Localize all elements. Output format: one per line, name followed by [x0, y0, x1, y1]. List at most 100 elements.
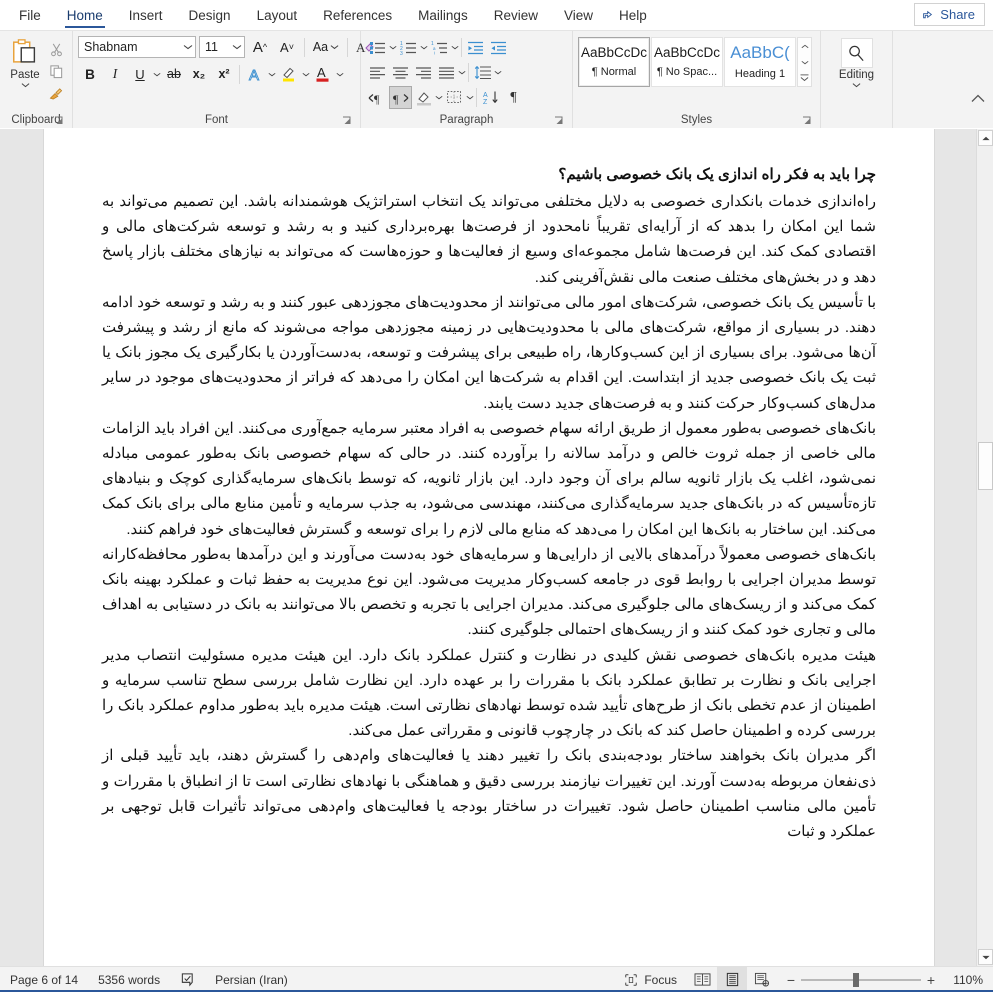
web-layout-button[interactable]	[747, 967, 777, 992]
font-dialog-launcher[interactable]	[342, 116, 353, 127]
cut-icon	[50, 43, 62, 56]
superscript-button[interactable]: x²	[212, 63, 236, 86]
zoom-in-button[interactable]: +	[921, 972, 941, 988]
borders-dropdown[interactable]	[466, 87, 474, 109]
multilevel-dropdown[interactable]	[451, 37, 459, 59]
text-effects-dropdown[interactable]	[268, 63, 276, 85]
borders-button[interactable]	[443, 86, 466, 109]
grow-font-button[interactable]: A ^	[248, 36, 272, 59]
scroll-down-button[interactable]	[978, 949, 993, 965]
highlight-dropdown[interactable]	[302, 63, 310, 85]
justify-button[interactable]	[435, 61, 458, 84]
line-spacing-button[interactable]	[471, 61, 494, 84]
font-color-dropdown[interactable]	[336, 63, 344, 85]
chevron-down-icon	[183, 45, 193, 50]
document-canvas[interactable]: چرا باید به فکر راه اندازی یک بانک خصوصی…	[0, 129, 993, 966]
tab-review[interactable]: Review	[481, 0, 551, 30]
shading-dropdown[interactable]	[435, 87, 443, 109]
proofing-status[interactable]	[170, 967, 205, 992]
style-normal[interactable]: AaBbCcDc ¶ Normal	[578, 37, 650, 87]
align-left-button[interactable]	[366, 61, 389, 84]
styles-scroll-up[interactable]	[798, 38, 811, 54]
tab-mailings[interactable]: Mailings	[405, 0, 481, 30]
rtl-direction-button[interactable]: ¶	[389, 86, 412, 109]
tab-file[interactable]: File	[6, 0, 54, 30]
underline-button[interactable]: U	[128, 63, 152, 86]
tab-design[interactable]: Design	[176, 0, 244, 30]
font-size-combo[interactable]: 11	[199, 36, 245, 58]
zoom-out-button[interactable]: −	[781, 972, 801, 988]
read-mode-button[interactable]	[687, 967, 717, 992]
styles-scroll-down[interactable]	[798, 54, 811, 70]
strikethrough-glyph: ab	[167, 67, 181, 81]
style-no-spacing[interactable]: AaBbCcDc ¶ No Spac...	[651, 37, 723, 87]
highlight-button[interactable]	[277, 63, 301, 86]
underline-dropdown[interactable]	[153, 63, 161, 85]
tab-help[interactable]: Help	[606, 0, 660, 30]
line-spacing-dropdown[interactable]	[494, 62, 502, 84]
numbering-button[interactable]: 123	[397, 36, 420, 59]
caret-up-icon	[981, 136, 990, 140]
print-layout-button[interactable]	[717, 967, 747, 992]
format-painter-button[interactable]	[45, 83, 67, 103]
editing-button[interactable]: Editing	[826, 35, 887, 88]
justify-icon	[439, 66, 454, 79]
tab-home[interactable]: Home	[54, 0, 116, 30]
vertical-scrollbar[interactable]	[976, 129, 993, 966]
change-case-button[interactable]: Aa	[310, 36, 342, 59]
svg-text:¶: ¶	[393, 92, 399, 105]
sort-button[interactable]: A Z	[479, 86, 502, 109]
align-center-button[interactable]	[389, 61, 412, 84]
chevron-down-icon	[389, 45, 397, 50]
tab-references[interactable]: References	[310, 0, 405, 30]
bullets-dropdown[interactable]	[389, 37, 397, 59]
increase-indent-button[interactable]	[487, 36, 510, 59]
ribbon-group-font: Shabnam 11 A ^ A ˅ Aa A B I U ab x₂ x² A…	[73, 31, 374, 128]
clipboard-dialog-launcher[interactable]	[54, 116, 65, 127]
styles-dialog-launcher[interactable]	[802, 116, 813, 127]
word-count[interactable]: 5356 words	[88, 967, 170, 992]
styles-more[interactable]	[798, 70, 811, 86]
strikethrough-button[interactable]: ab	[162, 63, 186, 86]
language-indicator[interactable]: Persian (Iran)	[205, 967, 298, 992]
tab-view[interactable]: View	[551, 0, 606, 30]
show-formatting-marks-button[interactable]: ¶	[502, 86, 525, 109]
zoom-slider-track[interactable]	[801, 972, 921, 987]
document-page[interactable]: چرا باید به فکر راه اندازی یک بانک خصوصی…	[44, 129, 934, 966]
scroll-up-button[interactable]	[978, 130, 993, 146]
italic-button[interactable]: I	[103, 63, 127, 86]
share-button[interactable]: Share	[914, 3, 985, 26]
font-family-combo[interactable]: Shabnam	[78, 36, 196, 58]
text-effects-button[interactable]: A	[243, 63, 267, 86]
tab-insert[interactable]: Insert	[116, 0, 176, 30]
font-color-button[interactable]: A	[311, 63, 335, 86]
scrollbar-thumb[interactable]	[978, 442, 993, 490]
decrease-indent-button[interactable]	[464, 36, 487, 59]
chevron-down-icon	[336, 72, 344, 76]
bullets-button[interactable]	[366, 36, 389, 59]
tab-layout[interactable]: Layout	[244, 0, 311, 30]
zoom-level-label[interactable]: 110%	[945, 973, 993, 987]
document-body[interactable]: چرا باید به فکر راه اندازی یک بانک خصوصی…	[44, 129, 934, 844]
zoom-slider-thumb[interactable]	[853, 972, 859, 987]
paragraph-dialog-launcher[interactable]	[554, 116, 565, 127]
subscript-button[interactable]: x₂	[187, 63, 211, 86]
multilevel-list-button[interactable]: 1ai	[428, 36, 451, 59]
style-heading-1[interactable]: AaBbC( Heading 1	[724, 37, 796, 87]
shrink-font-button[interactable]: A ˅	[275, 36, 299, 59]
numbering-dropdown[interactable]	[420, 37, 428, 59]
word-count-label: 5356 words	[98, 972, 161, 987]
bold-button[interactable]: B	[78, 63, 102, 86]
paste-button[interactable]: Paste	[5, 35, 45, 88]
ribbon: Paste Clipboard Shabnam 11 A ^ A ˅ Aa A …	[0, 30, 993, 128]
collapse-ribbon-button[interactable]	[971, 90, 985, 108]
share-icon	[923, 10, 933, 19]
cut-button[interactable]	[45, 39, 67, 59]
align-right-button[interactable]	[412, 61, 435, 84]
page-indicator[interactable]: Page 6 of 14	[0, 967, 88, 992]
focus-mode-button[interactable]: Focus	[614, 967, 687, 992]
ltr-direction-button[interactable]: ¶	[366, 86, 389, 109]
alignment-dropdown[interactable]	[458, 62, 466, 84]
copy-button[interactable]	[45, 61, 67, 81]
shading-button[interactable]	[412, 86, 435, 109]
